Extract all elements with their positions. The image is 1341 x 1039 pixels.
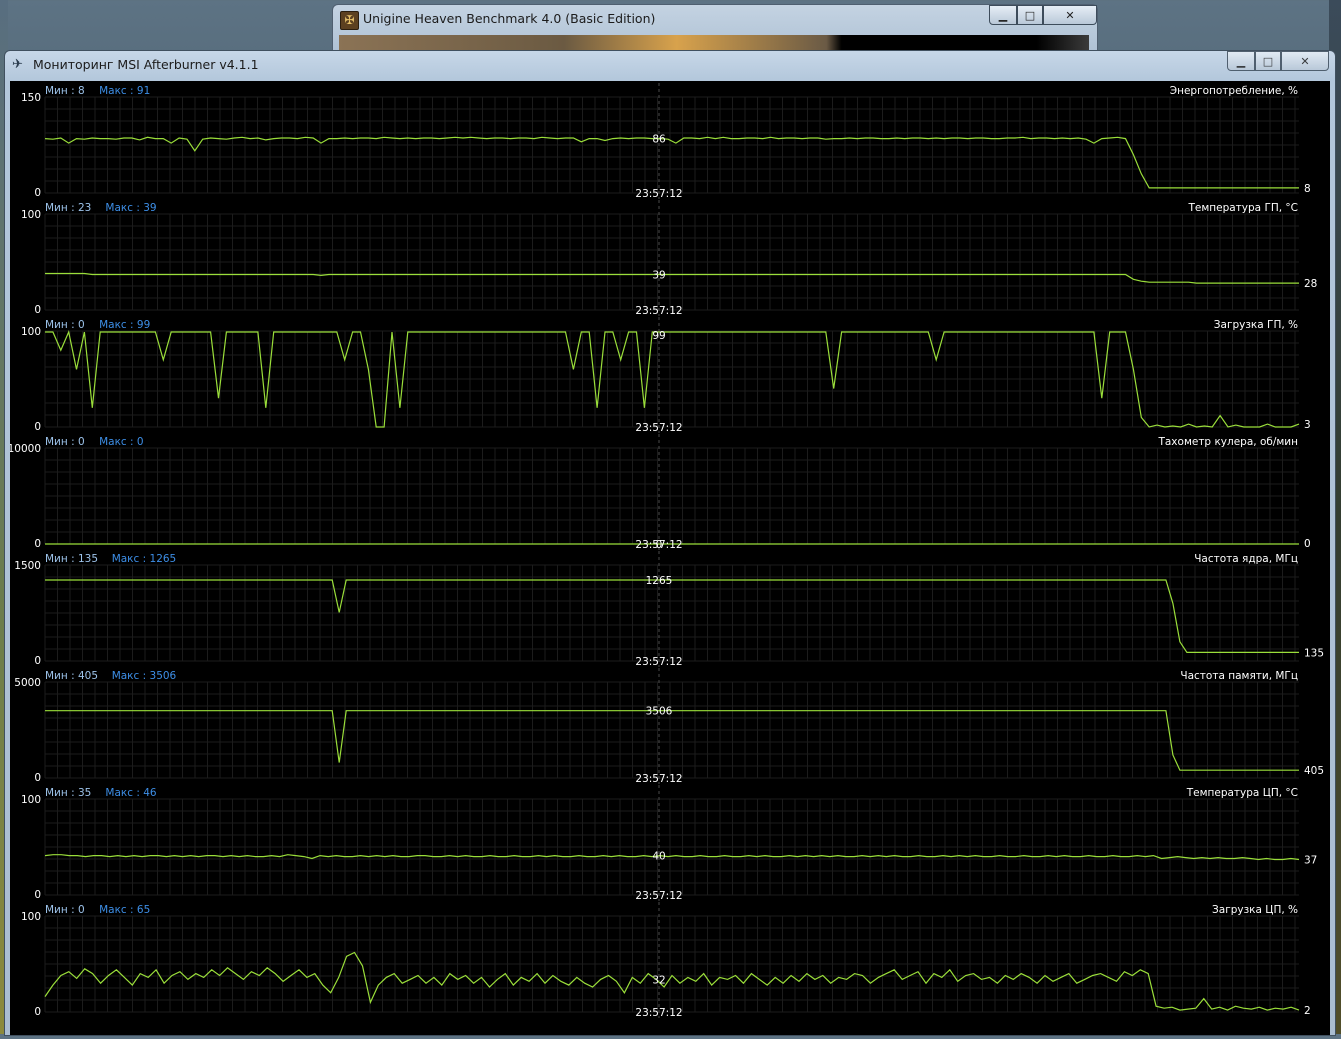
y-axis-bottom-label: 0 [34, 304, 41, 316]
afterburner-window-controls: ▁ □ ✕ [1227, 51, 1329, 71]
current-value-label: 0 [1304, 538, 1311, 550]
graph-panel-0 [44, 83, 1299, 199]
graph-title: Температура ГП, °С [1187, 202, 1298, 214]
graph-title: Температура ЦП, °С [1186, 787, 1298, 799]
current-value-label: 28 [1304, 278, 1317, 290]
y-axis-bottom-label: 0 [34, 1006, 41, 1018]
y-axis-top-label: 100 [21, 326, 41, 338]
max-value-label: Макс : 99 [99, 319, 150, 331]
current-value-label: 135 [1304, 647, 1324, 659]
series-line [45, 272, 1299, 284]
maximize-icon[interactable]: □ [1255, 51, 1281, 71]
y-axis-top-label: 100 [21, 794, 41, 806]
graph-title: Энергопотребление, % [1170, 85, 1298, 97]
cursor-time-label: 23:57:12 [635, 305, 682, 317]
minimize-icon[interactable]: ▁ [989, 5, 1017, 25]
y-axis-top-label: 10000 [10, 443, 41, 455]
y-axis-bottom-label: 0 [34, 421, 41, 433]
minimize-icon[interactable]: ▁ [1227, 51, 1255, 71]
current-value-label: 37 [1304, 854, 1317, 866]
y-axis-bottom-label: 0 [34, 772, 41, 784]
graph-panel-4 [44, 551, 1299, 667]
cursor-time-label: 23:57:12 [635, 188, 682, 200]
monitoring-graphs-svg[interactable]: Мин : 8 Макс : 91 Энергопотребление, %1500… [8, 81, 1330, 1035]
min-value-label: Мин : 0 [45, 436, 85, 448]
max-value-label: Макс : 65 [99, 904, 150, 916]
y-axis-top-label: 100 [21, 209, 41, 221]
y-axis-bottom-label: 0 [34, 187, 41, 199]
cursor-value-label: 1265 [646, 575, 673, 587]
max-value-label: Макс : 1265 [112, 553, 177, 565]
max-value-label: Макс : 91 [99, 85, 150, 97]
graph-panel-6 [44, 785, 1300, 901]
y-axis-top-label: 150 [21, 92, 41, 104]
cursor-time-label: 23:57:12 [635, 773, 682, 785]
graph-title: Тахометр кулера, об/мин [1157, 436, 1298, 448]
afterburner-window-title: Мониторинг MSI Afterburner v4.1.1 [33, 57, 259, 72]
min-value-label: Мин : 0 [45, 319, 85, 331]
cursor-value-label: 39 [652, 269, 665, 281]
cursor-value-label: 32 [652, 974, 665, 986]
y-axis-top-label: 5000 [14, 677, 41, 689]
min-value-label: Мин : 8 [45, 85, 85, 97]
min-value-label: Мин : 135 [45, 553, 98, 565]
cursor-value-label: 99 [652, 330, 665, 342]
maximize-icon[interactable]: □ [1017, 5, 1043, 25]
graph-panel-3 [44, 434, 1299, 550]
max-value-label: Макс : 46 [105, 787, 157, 799]
series-line [44, 951, 1300, 1011]
current-value-label: 405 [1304, 765, 1324, 777]
close-icon[interactable]: ✕ [1043, 5, 1097, 25]
graph-panel-1 [44, 200, 1299, 316]
cursor-time-label: 23:57:12 [635, 422, 682, 434]
y-axis-top-label: 100 [21, 911, 41, 923]
max-value-label: Макс : 3506 [112, 670, 177, 682]
afterburner-plane-icon: ✈ [12, 57, 23, 72]
cursor-value-label: 86 [652, 134, 666, 146]
afterburner-monitoring-window[interactable]: ✈ Мониторинг MSI Afterburner v4.1.1 ▁ □ … [4, 50, 1336, 1036]
cursor-value-label: 3506 [646, 706, 673, 718]
unigine-window-controls: ▁ □ ✕ [989, 5, 1097, 25]
min-value-label: Мин : 23 [45, 202, 91, 214]
graph-title: Частота памяти, МГц [1180, 670, 1298, 682]
series-line [45, 710, 1299, 771]
current-value-label: 3 [1304, 419, 1311, 431]
cursor-time-label: 23:57:12 [635, 1007, 682, 1019]
cursor-time-label: 23:57:12 [635, 539, 682, 551]
unigine-app-icon: ✠ [340, 11, 359, 30]
graph-panel-2 [44, 317, 1300, 433]
series-line [45, 579, 1299, 654]
current-value-label: 2 [1304, 1005, 1311, 1017]
graph-panel-7 [44, 902, 1300, 1018]
y-axis-bottom-label: 0 [34, 538, 41, 550]
cursor-value-label: 40 [652, 851, 665, 863]
min-value-label: Мин : 405 [45, 670, 98, 682]
min-value-label: Мин : 35 [45, 787, 91, 799]
current-value-label: 8 [1304, 183, 1311, 195]
max-value-label: Макс : 0 [99, 436, 144, 448]
graph-title: Частота ядра, МГц [1194, 553, 1298, 565]
y-axis-top-label: 1500 [14, 560, 41, 572]
cursor-time-label: 23:57:12 [635, 890, 682, 902]
min-value-label: Мин : 0 [45, 904, 85, 916]
close-icon[interactable]: ✕ [1281, 51, 1329, 71]
y-axis-bottom-label: 0 [34, 889, 41, 901]
graph-panel-5 [44, 668, 1299, 784]
y-axis-bottom-label: 0 [34, 655, 41, 667]
max-value-label: Макс : 39 [105, 202, 156, 214]
unigine-window-title: Unigine Heaven Benchmark 4.0 (Basic Edit… [363, 11, 656, 26]
graph-title: Загрузка ГП, % [1214, 319, 1298, 331]
graph-title: Загрузка ЦП, % [1212, 904, 1298, 916]
cursor-time-label: 23:57:12 [635, 656, 682, 668]
monitoring-graph-area[interactable]: Мин : 8 Макс : 91 Энергопотребление, % 150 0… [8, 81, 1330, 1035]
